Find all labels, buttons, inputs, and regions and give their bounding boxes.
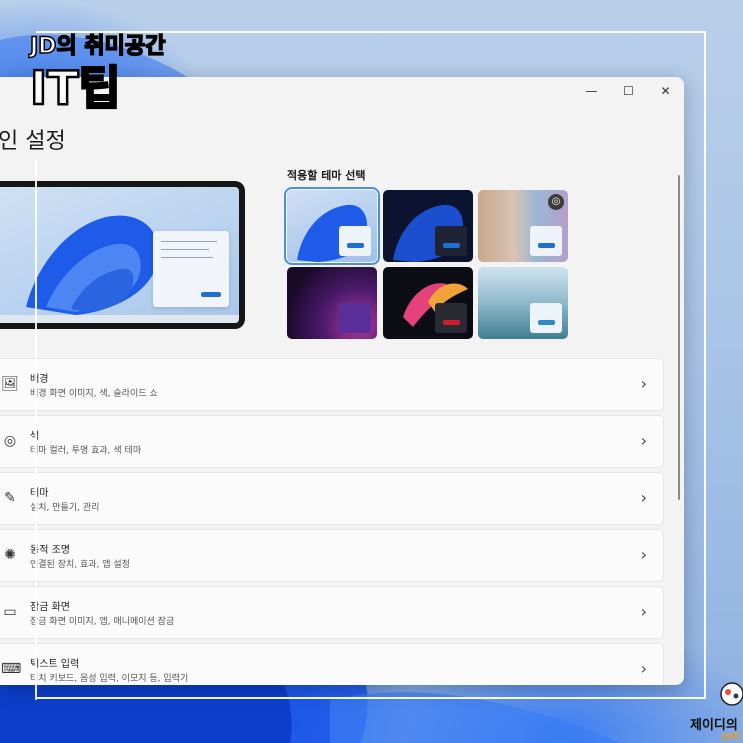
lock-screen-icon: ▭ <box>3 604 17 620</box>
brush-icon: ✎ <box>4 490 16 506</box>
palette-icon: ◎ <box>3 433 17 449</box>
overlay-frame-left <box>35 160 37 700</box>
keyboard-icon: ⌨ <box>1 661 22 677</box>
watermark: JD의 취미공간 IT팁 <box>29 28 166 115</box>
overlay-frame <box>36 31 706 699</box>
image-icon: 🖼 <box>1 376 19 392</box>
sun-icon: ✺ <box>4 547 16 563</box>
logo-subtext: JD의 <box>722 732 739 741</box>
watermark-subtitle: IT팁 <box>29 61 122 115</box>
watermark-title: JD의 취미공간 <box>29 33 166 60</box>
